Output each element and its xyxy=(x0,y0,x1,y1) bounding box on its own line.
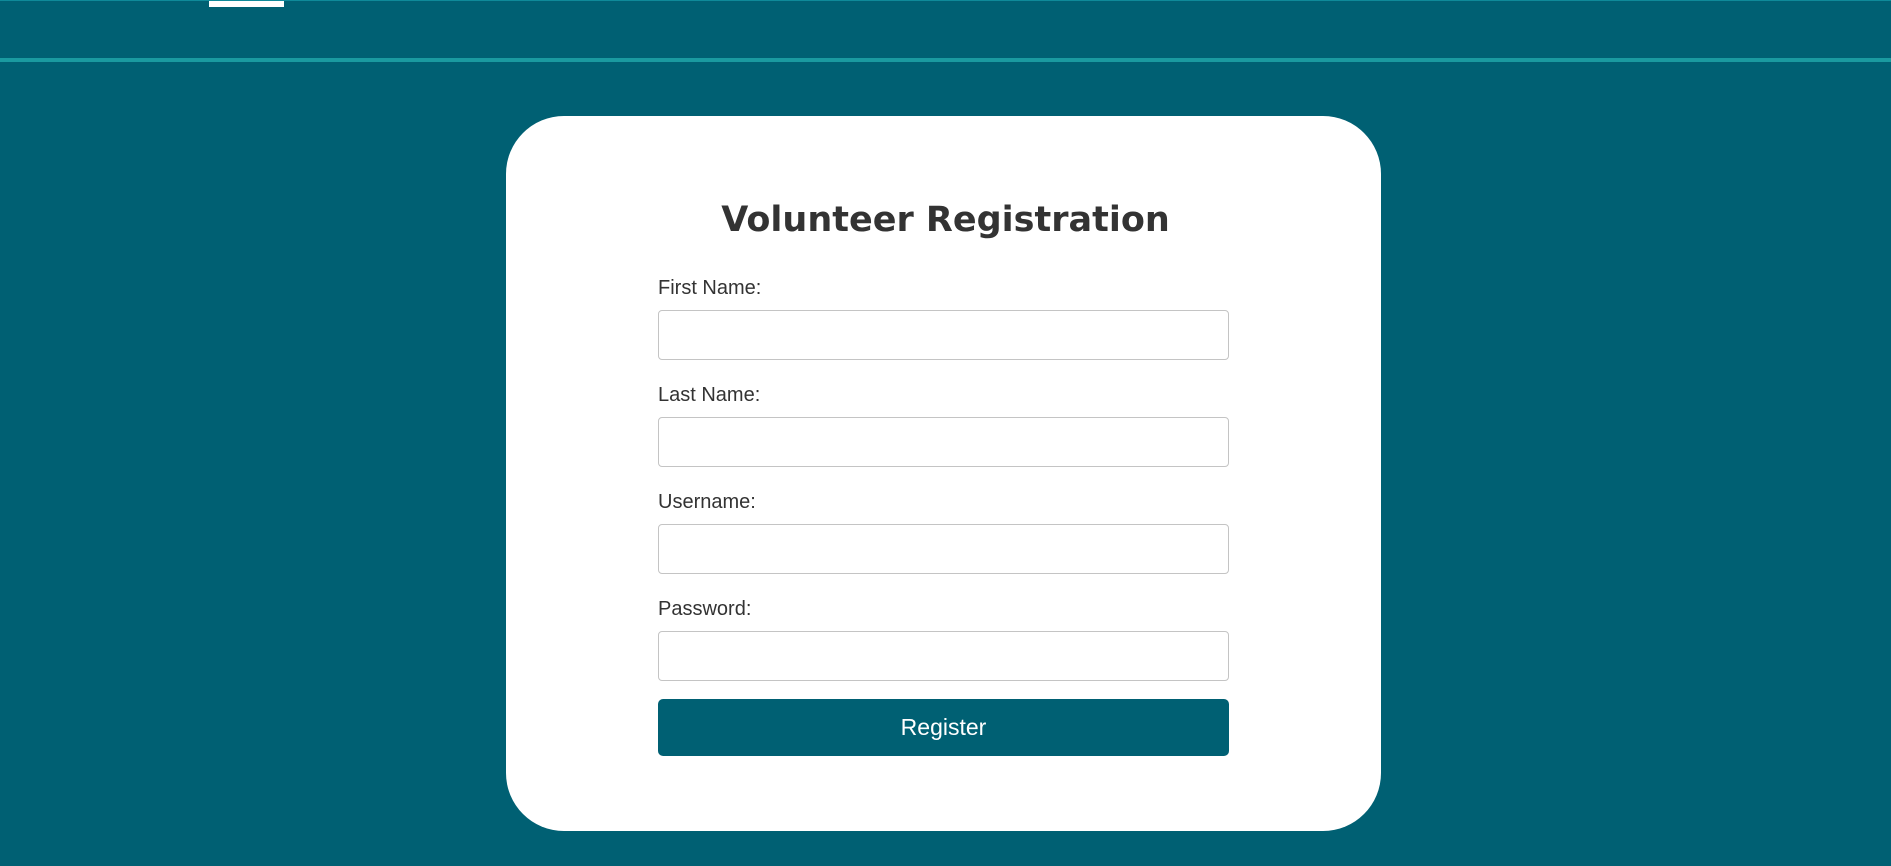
active-nav-indicator xyxy=(209,1,284,7)
register-button[interactable]: Register xyxy=(658,699,1229,756)
first-name-label: First Name: xyxy=(658,277,762,299)
top-nav-bar xyxy=(0,0,1891,62)
password-label: Password: xyxy=(658,598,752,620)
last-name-label: Last Name: xyxy=(658,384,761,406)
username-input[interactable] xyxy=(658,524,1229,574)
page-title: Volunteer Registration xyxy=(721,200,1170,240)
first-name-input[interactable] xyxy=(658,310,1229,360)
password-input[interactable] xyxy=(658,631,1229,681)
username-label: Username: xyxy=(658,491,756,513)
last-name-input[interactable] xyxy=(658,417,1229,467)
